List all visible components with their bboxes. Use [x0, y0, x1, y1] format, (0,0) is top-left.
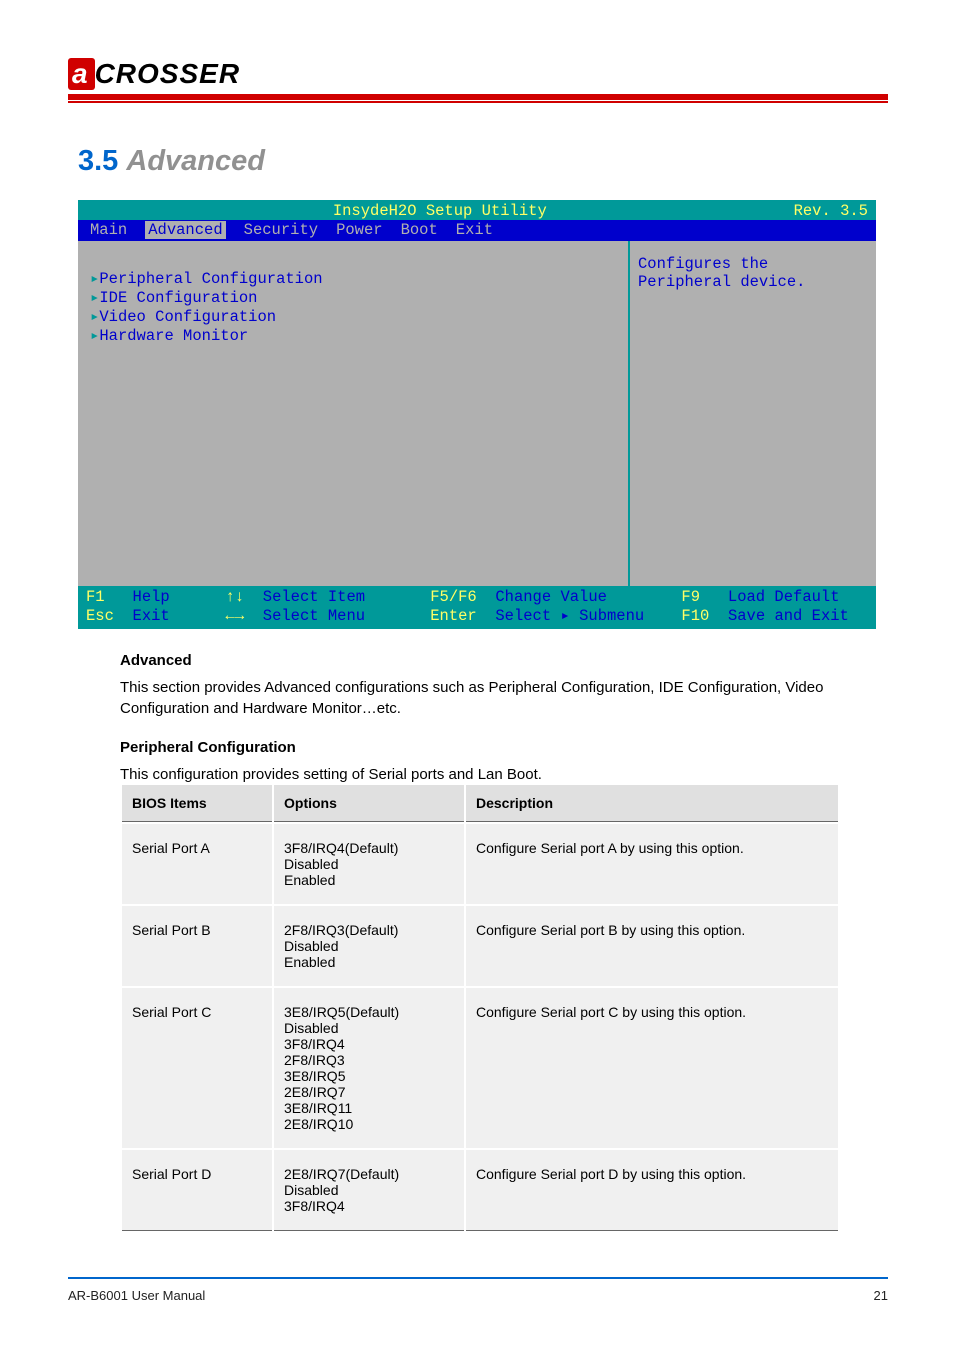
menu-ide-config[interactable]: ▸IDE Configuration [90, 288, 616, 307]
footer-doc-title: AR-B6001 User Manual [68, 1288, 205, 1303]
page-footer: AR-B6001 User Manual 21 [68, 1288, 888, 1303]
cell-item: Serial Port A [122, 824, 272, 904]
key-updown: ↑↓ [226, 588, 245, 606]
help-text: Configures the [638, 255, 868, 273]
cell-options: 2E8/IRQ7(Default) Disabled 3F8/IRQ4 [274, 1150, 464, 1231]
tab-exit[interactable]: Exit [456, 221, 493, 239]
cell-desc: Configure Serial port D by using this op… [466, 1150, 838, 1231]
tab-main[interactable]: Main [90, 221, 127, 239]
bios-utility-name: InsydeH2O Setup Utility [333, 202, 547, 220]
menu-item-label: Peripheral Configuration [99, 270, 322, 288]
help-text: Peripheral device. [638, 273, 868, 291]
key-enter: Enter [430, 607, 477, 625]
menu-item-label: IDE Configuration [99, 289, 257, 307]
paragraph-body: This section provides Advanced configura… [120, 677, 840, 719]
logo: aCROSSER [68, 58, 240, 90]
cell-options: 2F8/IRQ3(Default) Disabled Enabled [274, 906, 464, 986]
cell-desc: Configure Serial port C by using this op… [466, 988, 838, 1148]
section-title-text: Advanced [126, 145, 265, 177]
key-updown-label: Select Item [263, 588, 365, 606]
bios-key-legend: F1 Help ↑↓ Select Item F5/F6 Change Valu… [78, 586, 876, 629]
bios-revision: Rev. 3.5 [794, 202, 868, 220]
bios-body: ▸Peripheral Configuration ▸IDE Configura… [78, 241, 876, 586]
key-leftright-label: Select Menu [263, 607, 365, 625]
cell-item: Serial Port D [122, 1150, 272, 1231]
menu-hardware-monitor[interactable]: ▸Hardware Monitor [90, 326, 616, 345]
key-esc-label: Exit [133, 607, 170, 625]
tab-security[interactable]: Security [244, 221, 318, 239]
key-f9: F9 [681, 588, 700, 606]
key-esc: Esc [86, 607, 114, 625]
logo-highlight: a [68, 58, 95, 90]
key-f10: F10 [681, 607, 709, 625]
menu-video-config[interactable]: ▸Video Configuration [90, 307, 616, 326]
menu-item-label: Video Configuration [99, 308, 276, 326]
tab-boot[interactable]: Boot [401, 221, 438, 239]
logo-rest: CROSSER [95, 58, 240, 89]
th-options: Options [274, 785, 464, 822]
bios-title-bar: InsydeH2O Setup Utility Rev. 3.5 [78, 200, 876, 220]
triangle-icon: ▸ [90, 308, 99, 326]
cell-options: 3F8/IRQ4(Default) Disabled Enabled [274, 824, 464, 904]
cell-item: Serial Port B [122, 906, 272, 986]
key-f5f6-label: Change Value [495, 588, 607, 606]
paragraph-title: Advanced [120, 650, 840, 671]
triangle-icon: ▸ [90, 327, 99, 345]
paragraph-body: This configuration provides setting of S… [120, 764, 840, 785]
paragraph-advanced: Advanced This section provides Advanced … [120, 650, 840, 803]
cell-desc: Configure Serial port B by using this op… [466, 906, 838, 986]
bios-tab-bar: Main Advanced Security Power Boot Exit [78, 220, 876, 241]
table-row: Serial Port D 2E8/IRQ7(Default) Disabled… [122, 1150, 838, 1231]
th-description: Description [466, 785, 838, 822]
paragraph-title: Peripheral Configuration [120, 737, 840, 758]
key-f1: F1 [86, 588, 105, 606]
cell-options: 3E8/IRQ5(Default) Disabled 3F8/IRQ4 2F8/… [274, 988, 464, 1148]
bios-menu-panel: ▸Peripheral Configuration ▸IDE Configura… [78, 241, 628, 586]
section-heading: 3.5 Advanced [78, 145, 265, 178]
cell-item: Serial Port C [122, 988, 272, 1148]
th-items: BIOS Items [122, 785, 272, 822]
menu-peripheral-config[interactable]: ▸Peripheral Configuration [90, 269, 616, 288]
menu-item-label: Hardware Monitor [99, 327, 248, 345]
key-f9-label: Load Default [728, 588, 840, 606]
triangle-icon: ▸ [90, 289, 99, 307]
table-row: Serial Port B 2F8/IRQ3(Default) Disabled… [122, 906, 838, 986]
key-leftright: ←→ [226, 607, 245, 625]
triangle-icon: ▸ [90, 270, 99, 288]
table-row: Serial Port A 3F8/IRQ4(Default) Disabled… [122, 824, 838, 904]
tab-advanced[interactable]: Advanced [145, 221, 225, 239]
key-f1-label: Help [133, 588, 170, 606]
bios-screenshot: InsydeH2O Setup Utility Rev. 3.5 Main Ad… [78, 200, 876, 629]
section-number: 3.5 [78, 145, 118, 177]
table-header-row: BIOS Items Options Description [122, 785, 838, 822]
config-table: BIOS Items Options Description Serial Po… [120, 783, 840, 1233]
key-enter-label: Select ▸ Submenu [495, 607, 644, 625]
bios-help-panel: Configures the Peripheral device. [628, 241, 876, 586]
key-f5f6: F5/F6 [430, 588, 477, 606]
cell-desc: Configure Serial port A by using this op… [466, 824, 838, 904]
key-f10-label: Save and Exit [728, 607, 849, 625]
table-row: Serial Port C 3E8/IRQ5(Default) Disabled… [122, 988, 838, 1148]
footer-page-number: 21 [874, 1288, 888, 1303]
tab-power[interactable]: Power [336, 221, 383, 239]
footer-divider [68, 1277, 888, 1279]
header-divider [68, 94, 888, 100]
